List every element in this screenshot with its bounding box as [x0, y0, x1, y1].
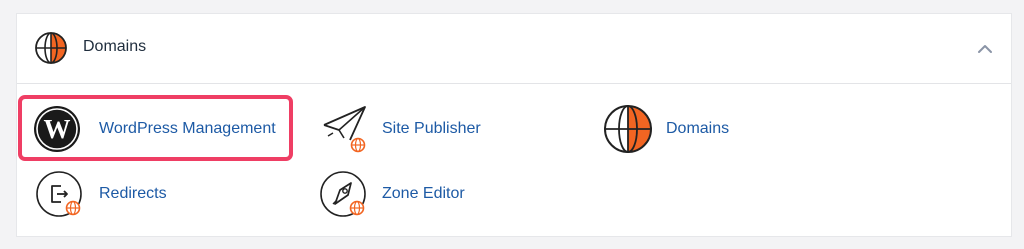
globe-icon: [604, 105, 652, 153]
tile-label: Redirects: [99, 185, 167, 202]
tile-label: Site Publisher: [382, 120, 481, 137]
rocket-icon: [320, 171, 366, 217]
tile-site-publisher[interactable]: Site Publisher: [320, 104, 490, 154]
tile-label: Domains: [666, 120, 730, 137]
tile-domains[interactable]: Domains: [603, 104, 743, 154]
tile-zone-editor[interactable]: Zone Editor: [319, 170, 479, 218]
chevron-up-icon[interactable]: [975, 41, 995, 57]
section-title: Domains: [83, 38, 147, 55]
tile-label: Zone Editor: [382, 185, 465, 202]
highlight-box: [18, 95, 293, 161]
globe-icon: [35, 32, 67, 64]
redirect-icon: [36, 171, 82, 217]
section-header[interactable]: Domains: [17, 14, 1011, 84]
tile-redirects[interactable]: Redirects: [35, 170, 175, 218]
paper-plane-icon: [323, 106, 366, 153]
